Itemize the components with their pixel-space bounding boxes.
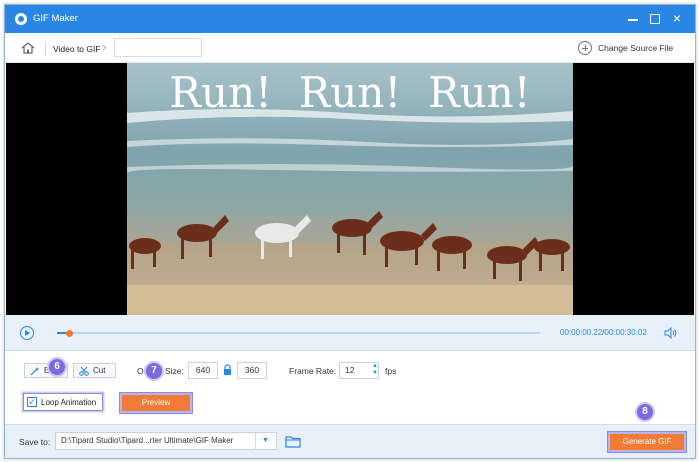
file-name-input[interactable] [114,38,202,57]
frame-rate-label: Frame Rate: [289,366,337,376]
gif-settings-panel: Edit Cut Output Size: 640 360 Frame Rate… [5,351,695,421]
play-icon[interactable] [20,326,34,340]
minimize-icon[interactable] [627,13,639,25]
nav-divider [45,42,46,56]
height-input[interactable]: 360 [237,362,267,379]
maximize-icon[interactable] [649,13,661,25]
playback-controls: 00:00:00.22/00:00:30.02 [5,315,695,351]
loop-animation-checkbox[interactable]: ✓ Loop Animation [23,393,103,411]
app-logo-icon [15,13,27,25]
save-to-label: Save to: [19,437,51,447]
change-source-label: Change Source File [598,43,674,53]
lock-icon[interactable] [223,364,232,376]
step-marker-8: 8 [635,402,655,422]
progress-track[interactable] [57,329,540,337]
plus-circle-icon [578,41,592,55]
generate-gif-button[interactable]: Generate GIF [608,432,686,452]
video-caption: Run! Run! Run! [169,68,530,117]
gif-maker-window: GIF Maker × Video to GIF › Change Source… [4,4,696,459]
save-bar: Save to: D:\Tipard Studio\Tipard...rter … [5,424,695,458]
navigation-bar: Video to GIF › Change Source File [5,33,695,63]
cut-label: Cut [93,366,106,375]
folder-icon[interactable] [285,435,301,448]
timecode: 00:00:00.22/00:00:30.02 [560,328,647,337]
frame-rate-stepper[interactable]: ▲ ▼ [371,363,379,378]
volume-icon[interactable] [664,327,677,339]
magic-wand-icon [30,366,39,375]
title-bar: GIF Maker × [5,5,695,33]
step-marker-6: 6 [47,357,67,377]
close-icon[interactable]: × [671,11,683,25]
loop-animation-label: Loop Animation [41,397,97,407]
current-time: 00:00:00.22 [560,328,603,337]
video-frame: Run! Run! Run! [127,63,573,315]
save-path-field[interactable]: D:\Tipard Studio\Tipard...rter Ultimate\… [55,432,277,450]
fps-label: fps [385,366,397,376]
cut-button[interactable]: Cut [73,363,116,378]
home-icon[interactable] [21,42,35,54]
breadcrumb-video-to-gif[interactable]: Video to GIF [53,44,101,54]
window-title: GIF Maker [33,13,78,24]
video-preview-area: Run! Run! Run! [6,63,694,315]
checkbox-checked-icon[interactable]: ✓ [27,397,37,407]
progress-handle[interactable] [65,329,73,337]
change-source-file-button[interactable]: Change Source File [578,39,673,57]
chevron-right-icon: › [102,39,107,54]
chevron-down-icon[interactable]: ▼ [255,433,275,449]
total-time: 00:00:30.02 [604,328,647,337]
scissors-icon [79,366,89,376]
preview-button[interactable]: Preview [120,393,192,413]
step-marker-7: 7 [144,361,164,381]
width-input[interactable]: 640 [188,362,218,379]
